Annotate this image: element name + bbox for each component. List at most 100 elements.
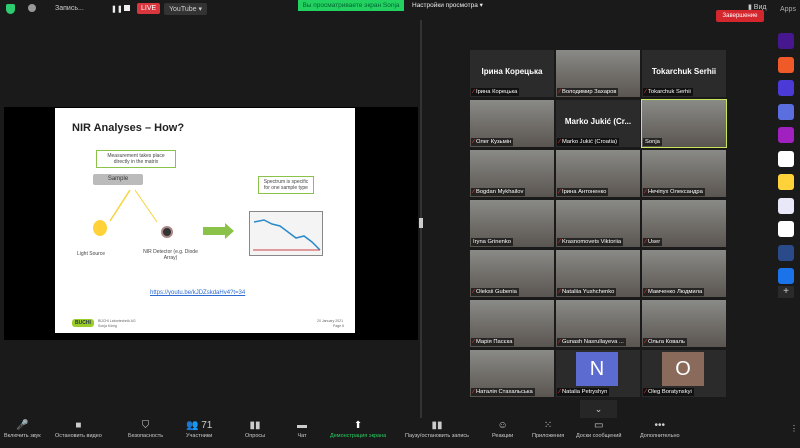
toolbar-button[interactable]: ■ Остановить видео [55,418,102,439]
muted-mic-icon: ⁄ [473,389,474,395]
security-shield-icon[interactable] [6,4,15,14]
participant-tile[interactable]: ⁄ Нечiпух Олександра [642,150,726,197]
slide-title: NIR Analyses – How? [72,122,185,134]
muted-mic-icon: ⁄ [473,139,474,145]
toolbar-button[interactable]: ⬆ Демонстрация экрана [330,418,386,439]
light-path-arrows [109,189,158,223]
participant-tile[interactable]: Ірина Корецька ⁄ Ірина Корецька [470,50,554,97]
participant-tile[interactable]: Iryna Grinenko [470,200,554,247]
toolbar-button[interactable]: ••• Дополнительно [640,418,680,439]
end-meeting-button[interactable]: Завершение [716,10,764,22]
slide-date: 20 January 2021 [317,319,344,323]
muted-mic-icon: ⁄ [559,289,560,295]
muted-mic-icon: ⁄ [559,389,560,395]
toolbar-button[interactable]: ⁙ Приложения [532,418,564,439]
app-sync-app-icon[interactable] [778,244,794,261]
toolbar-label: Дополнительно [640,433,680,439]
participant-tile[interactable]: Tokarchuk Serhii ⁄ Tokarchuk Serhii [642,50,726,97]
app-orange-app-icon[interactable] [778,56,794,73]
more-options-icon[interactable]: ⋮ [790,424,798,433]
toolbar-button[interactable]: ☺ Реакции [492,418,513,439]
resize-handle[interactable] [419,218,423,228]
sample-label: Sample [93,174,143,185]
pause-recording-icon[interactable]: ❚❚ [111,5,123,13]
participant-tile[interactable]: ⁄ Мамченко Людмила [642,250,726,297]
participant-tile[interactable]: Sonja [641,99,727,148]
participant-tile[interactable]: ⁄ Ірина Антоненко [556,150,640,197]
kahoot-app-icon[interactable] [778,33,794,49]
toolbar-label: Опросы [245,433,266,439]
view-options-dropdown[interactable]: Настройки просмотра ▾ [412,0,483,11]
toolbar-label: Чат [297,433,307,439]
participant-tile[interactable]: N ⁄ Natalia Petryshyn [556,350,640,397]
spectrum-chart-image [249,211,323,256]
app-smile-app-icon[interactable] [778,174,794,190]
toolbar-icon: ■ [75,420,82,431]
participant-tile[interactable]: ⁄ Олег Кузьмін [470,100,554,147]
toolbar-label: Демонстрация экрана [330,433,387,439]
toolbar-icon: 🎤 [16,420,29,431]
participant-tile[interactable]: Marko Jukić (Cr... ⁄ Marko Jukić (Croatia) [556,100,640,147]
participant-tile[interactable]: O ⁄ Oleg Boratynskyi [642,350,726,397]
participant-tile[interactable]: ⁄ Ольга Коваль [642,300,726,347]
buchi-logo: BUCHI [72,319,94,327]
participant-tile[interactable]: ⁄ Марія Пасєка [470,300,554,347]
app-grid-app-icon[interactable] [778,221,794,237]
muted-mic-icon: ⁄ [645,239,646,245]
apps-label: Apps [780,6,796,13]
detector-label: NIR Detector (e.g. Diode Array) [143,249,198,261]
meeting-top-bar: Запись... ❚❚ LIVE YouTube ▾ Вы просматри… [0,0,800,18]
participant-tile[interactable]: ⁄ Krasnomovets Viktoriia [556,200,640,247]
toolbar-button[interactable]: ▮▮ Опросы [245,418,265,439]
toolbar-icon: ▮▮ [431,420,443,431]
video-link[interactable]: https://youtu.be/kJDZskdaHv4?t=34 [150,290,245,296]
light-source-label: Light Source [77,251,106,257]
toolbar-label: Реакции [492,433,514,439]
toolbar-icon: ⁙ [543,420,553,431]
app-face-app-icon[interactable] [778,103,794,120]
toolbar-label: Доски сообщений [576,433,622,439]
add-app-icon[interactable]: + [778,286,794,298]
participant-name-label: ⁄ Нечiпух Олександра [643,188,705,196]
participant-tile[interactable]: ⁄ Gunash Nasrullayeva ... [556,300,640,347]
muted-mic-icon: ⁄ [473,289,474,295]
meeting-toolbar: 🎤 Включить звук ■ Остановить видео ⛉ Безопасн… [0,418,800,448]
company-name: BÜCHI Labortechnik AG [98,319,136,323]
participant-name-label: ⁄ Ірина Корецька [471,88,520,96]
muted-mic-icon: ⁄ [473,89,474,95]
toolbar-label: Включить звук [4,433,41,439]
toolbar-button[interactable]: ▭ Доски сообщений [576,418,621,439]
app-stripes-app-icon[interactable] [778,127,794,143]
participant-tile[interactable]: ⁄ Наталія Стахальська [470,350,554,397]
stream-dropdown[interactable]: YouTube ▾ [164,3,207,15]
live-badge[interactable]: LIVE [137,3,161,14]
sesh-app-icon[interactable] [778,150,794,167]
toolbar-button[interactable]: 🎤 Включить звук [4,418,41,439]
muted-mic-icon: ⁄ [473,189,474,195]
participant-name: User [647,239,661,245]
participant-name: Krasnomovets Viktoriia [561,239,622,245]
participant-name: Ірина Корецька [475,89,518,95]
participant-name-label: ⁄ Володимир Захаров [557,88,619,96]
toolbar-button[interactable]: 👥 71 Участники [186,418,212,439]
toolbar-button[interactable]: ▬ Чат [297,418,307,439]
stop-recording-icon[interactable] [124,5,130,11]
participant-name: Нечiпух Олександра [647,189,703,195]
wooclap-app-icon[interactable] [778,80,794,96]
toolbar-button[interactable]: ⛉ Безопасность [128,418,163,439]
participant-name-label: ⁄ Ольга Коваль [643,338,687,346]
toolbar-button[interactable]: ▮▮ Паузу/остановить запись [405,418,469,439]
participant-tile[interactable]: ⁄ User [642,200,726,247]
next-page-chevron-icon[interactable]: ⌄ [580,400,617,418]
participant-tile[interactable]: ⁄ Oleksii Gubenia [470,250,554,297]
participant-name: Gunash Nasrullayeva ... [561,339,624,345]
participant-tile[interactable]: ⁄ Bogdan Mykhailov [470,150,554,197]
muted-mic-icon: ⁄ [645,389,646,395]
app-blue-app-icon[interactable] [778,268,794,284]
twine-app-icon[interactable] [778,197,794,214]
participant-tile[interactable]: ⁄ Nataliia Yushchenko [556,250,640,297]
participant-tile[interactable]: ⁄ Володимир Захаров [556,50,640,97]
participant-name-label: Iryna Grinenko [471,238,514,246]
muted-mic-icon: ⁄ [645,89,646,95]
participant-name: Ірина Антоненко [561,189,607,195]
